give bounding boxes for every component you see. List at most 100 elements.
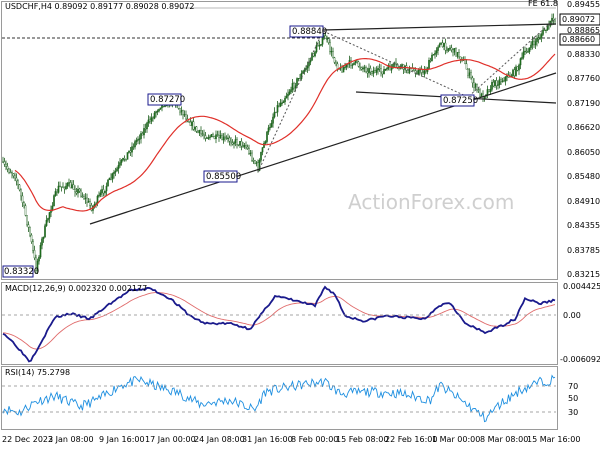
candle-body — [156, 110, 159, 113]
candle-body — [243, 145, 246, 148]
candle-body — [269, 126, 271, 129]
candle-body — [423, 70, 426, 75]
x-tick: 15 Feb 08:00 — [336, 435, 388, 444]
candle-body — [230, 140, 232, 143]
candle-body — [260, 151, 262, 161]
candle-body — [15, 177, 18, 182]
x-tick: 9 Jan 16:00 — [99, 435, 145, 444]
candle-body — [297, 77, 300, 80]
y-tick: 0.85480 — [567, 172, 600, 181]
candle-body — [539, 37, 541, 40]
candle-body — [344, 66, 346, 68]
candle-body — [521, 57, 523, 59]
candle-body — [452, 49, 454, 53]
candle-body — [315, 45, 318, 53]
macd-tick: 0.00 — [563, 311, 581, 320]
candle-body — [341, 67, 343, 73]
candle-body — [515, 66, 517, 76]
candle-body — [401, 64, 403, 67]
candle-body — [474, 83, 477, 88]
candle-body — [123, 157, 126, 160]
candle-body — [71, 184, 73, 189]
candle-body — [279, 102, 282, 107]
candle-body — [317, 45, 319, 47]
candle-body — [216, 134, 219, 136]
candle-body — [201, 133, 204, 135]
candle-body — [74, 189, 76, 192]
candle-body — [468, 72, 471, 76]
candle-body — [48, 212, 51, 219]
candle-body — [278, 105, 280, 107]
candle-body — [530, 44, 532, 48]
y-tick: 0.84355 — [567, 221, 600, 230]
candle-body — [434, 52, 436, 55]
candle-body — [228, 137, 231, 142]
candle-body — [153, 112, 156, 119]
x-tick: 1 Mar 00:00 — [432, 435, 480, 444]
candle-body — [149, 119, 151, 122]
candle-body — [198, 130, 201, 134]
candle-body — [111, 173, 114, 180]
candle-body — [365, 67, 367, 72]
candle-body — [80, 190, 82, 197]
candle-body — [17, 180, 19, 186]
candle-body — [86, 197, 88, 203]
candle-body — [240, 141, 243, 147]
candle-body — [380, 68, 382, 73]
candle-body — [27, 224, 30, 228]
rsi-axis: 70 50 30 — [568, 382, 578, 417]
last-price-label: 0.89072 — [562, 15, 595, 24]
candle-body — [545, 29, 547, 31]
candle-body — [75, 191, 78, 194]
candle-body — [536, 38, 538, 42]
annotation-label-4: 0.83320 — [4, 267, 39, 277]
candle-body — [195, 126, 198, 132]
candle-body — [150, 117, 153, 122]
candle-body — [503, 80, 505, 82]
candle-body — [12, 173, 15, 177]
candle-body — [188, 121, 190, 123]
candle-body — [132, 146, 135, 148]
candle-body — [375, 69, 378, 73]
fib-label: FE 61.8 — [528, 0, 558, 8]
candle-body — [222, 136, 225, 141]
candle-body — [62, 186, 64, 188]
candle-body — [450, 47, 453, 51]
candle-body — [369, 68, 372, 73]
candle-body — [533, 40, 535, 46]
candle-body — [44, 225, 46, 238]
candle-body — [470, 72, 472, 79]
candle-body — [354, 60, 357, 63]
candle-body — [342, 67, 345, 73]
candle-body — [63, 187, 66, 190]
annotation-label-3: 0.87250 — [443, 96, 478, 106]
candle-body — [501, 80, 504, 82]
candle-body — [336, 63, 339, 69]
candle-body — [89, 201, 91, 206]
candle-body — [47, 218, 49, 221]
macd-tick: 0.004425 — [563, 282, 600, 291]
x-tick: 31 Jan 16:00 — [242, 435, 293, 444]
y-tick: 0.86620 — [567, 123, 600, 132]
candle-body — [333, 57, 336, 63]
candle-body — [179, 108, 181, 113]
candle-body — [104, 190, 106, 194]
candle-body — [372, 70, 375, 74]
candle-body — [207, 137, 210, 139]
candle-body — [443, 42, 445, 47]
candle-body — [66, 183, 69, 187]
candle-body — [140, 133, 142, 139]
candle-body — [114, 171, 117, 173]
candle-body — [267, 127, 270, 133]
candle-body — [182, 110, 184, 116]
candle-body — [446, 49, 448, 52]
y-tick: 0.87190 — [567, 99, 600, 108]
candle-body — [351, 64, 354, 66]
candle-body — [42, 236, 45, 240]
candle-body — [437, 47, 439, 51]
candle-body — [155, 111, 157, 114]
candle-body — [231, 142, 234, 145]
candle-body — [422, 72, 424, 75]
candle-body — [98, 194, 100, 197]
candle-body — [68, 182, 70, 184]
